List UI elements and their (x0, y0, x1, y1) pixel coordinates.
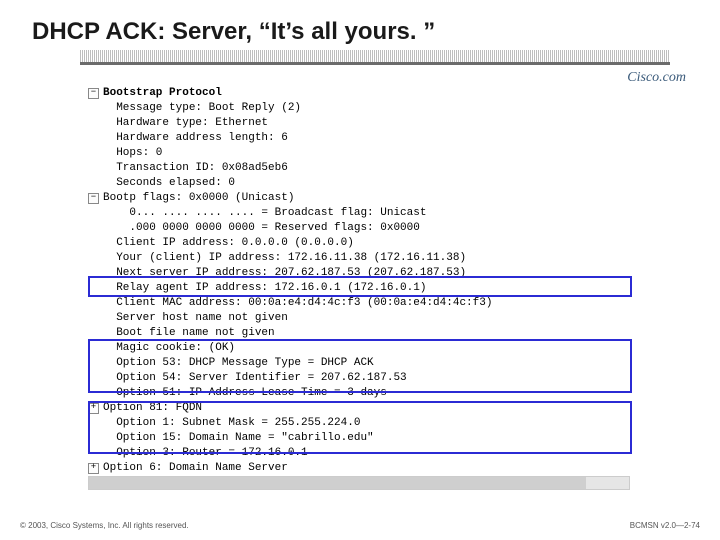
packet-line: + Option 81: FQDN (88, 401, 648, 416)
separator-rule (80, 62, 670, 65)
packet-line: Option 53: DHCP Message Type = DHCP ACK (88, 356, 648, 371)
packet-line: Client IP address: 0.0.0.0 (0.0.0.0) (88, 236, 648, 251)
packet-line-text: Option 54: Server Identifier = 207.62.18… (103, 372, 407, 384)
footer-copyright: © 2003, Cisco Systems, Inc. All rights r… (20, 521, 189, 530)
hscrollbar-thumb[interactable] (89, 477, 586, 489)
packet-line: Seconds elapsed: 0 (88, 176, 648, 191)
slide: DHCP ACK: Server, “It’s all yours. ” Cis… (0, 0, 720, 540)
slide-title: DHCP ACK: Server, “It’s all yours. ” (32, 18, 435, 46)
packet-line: Server host name not given (88, 311, 648, 326)
packet-line-text: Option 1: Subnet Mask = 255.255.224.0 (103, 417, 360, 429)
expand-icon[interactable]: + (88, 463, 99, 474)
hscrollbar[interactable] (88, 476, 630, 490)
packet-line: Next server IP address: 207.62.187.53 (2… (88, 266, 648, 281)
packet-line: + Option 6: Domain Name Server (88, 461, 648, 476)
packet-line: Client MAC address: 00:0a:e4:d4:4c:f3 (0… (88, 296, 648, 311)
footer-course-code: BCMSN v2.0—2-74 (630, 521, 700, 530)
packet-line-text: Client MAC address: 00:0a:e4:d4:4c:f3 (0… (103, 297, 492, 309)
packet-line-text: Server host name not given (103, 312, 288, 324)
packet-line-text: Option 6: Domain Name Server (103, 462, 288, 474)
packet-line-text: Your (client) IP address: 172.16.11.38 (… (103, 252, 466, 264)
packet-line-text: 0... .... .... .... = Broadcast flag: Un… (103, 207, 426, 219)
collapse-icon[interactable]: − (88, 88, 99, 99)
packet-line-text: Boot file name not given (103, 327, 275, 339)
packet-line-text: Option 51: IP Address Lease Time = 3 day… (103, 387, 387, 399)
packet-line-text: Client IP address: 0.0.0.0 (0.0.0.0) (103, 237, 354, 249)
packet-line: Your (client) IP address: 172.16.11.38 (… (88, 251, 648, 266)
packet-line: Hardware address length: 6 (88, 131, 648, 146)
packet-line-text: Bootstrap Protocol (103, 87, 222, 99)
packet-line-text: Option 15: Domain Name = "cabrillo.edu" (103, 432, 374, 444)
packet-line: Option 54: Server Identifier = 207.62.18… (88, 371, 648, 386)
packet-line: Option 1: Subnet Mask = 255.255.224.0 (88, 416, 648, 431)
packet-line-text: Hops: 0 (103, 147, 162, 159)
packet-line-text: Option 53: DHCP Message Type = DHCP ACK (103, 357, 374, 369)
packet-line: Relay agent IP address: 172.16.0.1 (172.… (88, 281, 648, 296)
cisco-logo-text: Cisco.com (627, 70, 686, 86)
packet-line-text: Bootp flags: 0x0000 (Unicast) (103, 192, 294, 204)
packet-line: Option 51: IP Address Lease Time = 3 day… (88, 386, 648, 401)
packet-line: Magic cookie: (OK) (88, 341, 648, 356)
collapse-icon[interactable]: − (88, 193, 99, 204)
packet-line-text: Hardware address length: 6 (103, 132, 288, 144)
packet-line-text: Seconds elapsed: 0 (103, 177, 235, 189)
packet-line: −Bootp flags: 0x0000 (Unicast) (88, 191, 648, 206)
packet-line-text: Magic cookie: (OK) (103, 342, 235, 354)
packet-line: Option 3: Router = 172.16.0.1 (88, 446, 648, 461)
packet-line-text: Message type: Boot Reply (2) (103, 102, 301, 114)
packet-line: Hops: 0 (88, 146, 648, 161)
packet-line: Option 15: Domain Name = "cabrillo.edu" (88, 431, 648, 446)
packet-line: Boot file name not given (88, 326, 648, 341)
packet-line: .000 0000 0000 0000 = Reserved flags: 0x… (88, 221, 648, 236)
packet-line-text: Transaction ID: 0x08ad5eb6 (103, 162, 288, 174)
packet-line-text: Option 3: Router = 172.16.0.1 (103, 447, 308, 459)
packet-line-text: Next server IP address: 207.62.187.53 (2… (103, 267, 466, 279)
packet-line: Message type: Boot Reply (2) (88, 101, 648, 116)
packet-line-text: Relay agent IP address: 172.16.0.1 (172.… (103, 282, 426, 294)
packet-line-text: .000 0000 0000 0000 = Reserved flags: 0x… (103, 222, 420, 234)
packet-line: Transaction ID: 0x08ad5eb6 (88, 161, 648, 176)
packet-line: 0... .... .... .... = Broadcast flag: Un… (88, 206, 648, 221)
packet-line: −Bootstrap Protocol (88, 86, 648, 101)
expand-icon[interactable]: + (88, 403, 99, 414)
packet-line-text: Option 81: FQDN (103, 402, 202, 414)
packet-line: Hardware type: Ethernet (88, 116, 648, 131)
packet-line-text: Hardware type: Ethernet (103, 117, 268, 129)
packet-tree: −Bootstrap Protocol Message type: Boot R… (88, 86, 648, 491)
